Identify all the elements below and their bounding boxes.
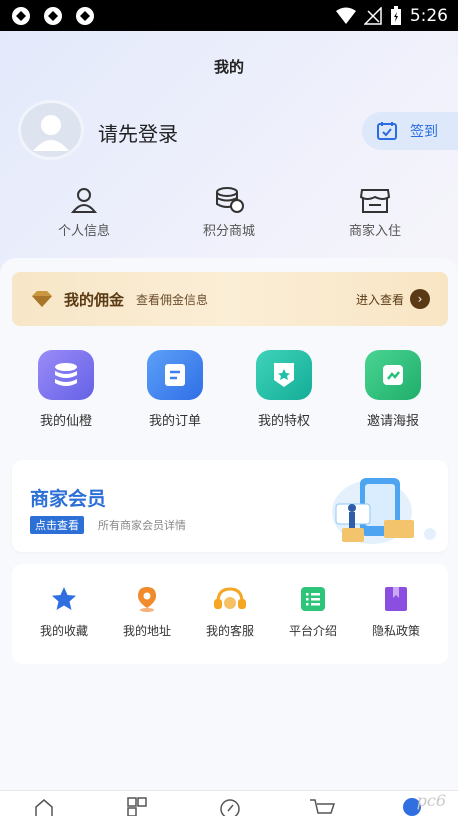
database-icon <box>38 350 94 400</box>
calendar-check-icon <box>377 122 397 140</box>
store-icon <box>359 189 391 213</box>
service-label: 我的收藏 <box>39 624 88 638</box>
checkin-button[interactable]: 签到 <box>362 112 458 150</box>
quick-link-merchant-join[interactable]: 商家入住 <box>315 186 435 239</box>
list-icon <box>301 587 325 611</box>
feature-label: 我的特权 <box>257 414 310 429</box>
tab-category-icon[interactable] <box>127 797 147 816</box>
service-label: 隐私政策 <box>371 624 420 638</box>
star-icon <box>52 587 76 610</box>
merchant-illustration <box>332 478 436 544</box>
merchant-title: 商家会员 <box>30 488 107 510</box>
page-title: 我的 <box>213 58 244 76</box>
chevron-right-icon: › <box>410 289 430 309</box>
feature-label: 我的仙橙 <box>39 414 92 429</box>
commission-subtitle: 查看佣金信息 <box>136 292 209 307</box>
default-avatar-icon <box>33 115 69 151</box>
tab-discover-icon[interactable] <box>220 797 240 816</box>
feature-my-orders[interactable]: 我的订单 <box>120 350 230 429</box>
wifi-icon <box>335 7 356 24</box>
service-label: 我的地址 <box>122 624 171 638</box>
avatar[interactable] <box>18 100 84 160</box>
service-platform-intro[interactable]: 平台介绍 <box>271 586 355 639</box>
commission-title: 我的佣金 <box>64 290 125 309</box>
order-icon <box>147 350 203 400</box>
status-notifications <box>10 5 96 27</box>
tab-cart-icon[interactable] <box>309 797 337 816</box>
checkin-label: 签到 <box>410 124 438 140</box>
bookmark-icon <box>385 587 407 611</box>
person-icon <box>70 188 98 213</box>
merchant-membership-card[interactable]: 商家会员 点击查看 所有商家会员详情 <box>12 460 448 552</box>
service-my-favorites[interactable]: 我的收藏 <box>22 586 106 639</box>
tab-home-icon[interactable] <box>34 797 54 816</box>
login-prompt[interactable]: 请先登录 <box>98 118 178 147</box>
quick-link-label: 积分商城 <box>202 224 255 239</box>
service-label: 我的客服 <box>205 624 254 638</box>
app-notification-icon <box>12 6 30 25</box>
quick-link-label: 个人信息 <box>57 224 110 239</box>
commission-enter-link[interactable]: 进入查看 › <box>356 289 430 309</box>
poster-icon <box>365 350 421 400</box>
quick-link-profile[interactable]: 个人信息 <box>24 186 144 239</box>
signal-icon <box>363 6 382 25</box>
battery-icon <box>390 5 401 25</box>
merchant-view-badge[interactable]: 点击查看 <box>30 516 84 534</box>
quick-link-label: 商家入住 <box>348 224 401 239</box>
feature-label: 我的订单 <box>148 414 201 429</box>
service-privacy-policy[interactable]: 隐私政策 <box>354 586 438 639</box>
quick-links: 个人信息 积分商城 商家入住 <box>0 186 458 246</box>
quick-link-points-mall[interactable]: 积分商城 <box>169 186 289 239</box>
feature-grid: 我的仙橙 我的订单 我的特权 邀请海报 <box>0 350 458 430</box>
watermark: pc6 <box>416 791 446 810</box>
feature-my-privileges[interactable]: 我的特权 <box>229 350 339 429</box>
status-time: 5:26 <box>409 5 448 26</box>
feature-invite-poster[interactable]: 邀请海报 <box>338 350 448 429</box>
headset-icon <box>214 587 246 609</box>
app-notification-icon <box>76 6 94 25</box>
status-bar: 5:26 <box>0 0 458 31</box>
coins-icon <box>216 187 244 213</box>
app-notification-icon <box>44 6 62 25</box>
status-indicators: 5:26 <box>335 5 448 26</box>
feature-my-xiancheng[interactable]: 我的仙橙 <box>11 350 121 429</box>
service-label: 平台介绍 <box>288 624 337 638</box>
feature-label: 邀请海报 <box>366 414 419 429</box>
service-my-address[interactable]: 我的地址 <box>105 586 189 639</box>
diamond-icon <box>32 291 52 307</box>
services-panel: 我的收藏 我的地址 我的客服 平台介绍 隐私政策 <box>12 564 448 664</box>
bottom-tab-bar: pc6 <box>0 790 458 816</box>
privilege-icon <box>256 350 312 400</box>
service-customer-service[interactable]: 我的客服 <box>188 586 272 639</box>
commission-enter-label: 进入查看 <box>355 292 404 307</box>
location-icon <box>138 587 156 612</box>
commission-banner[interactable]: 我的佣金 查看佣金信息 进入查看 › <box>12 272 448 326</box>
merchant-description: 所有商家会员详情 <box>98 519 186 532</box>
